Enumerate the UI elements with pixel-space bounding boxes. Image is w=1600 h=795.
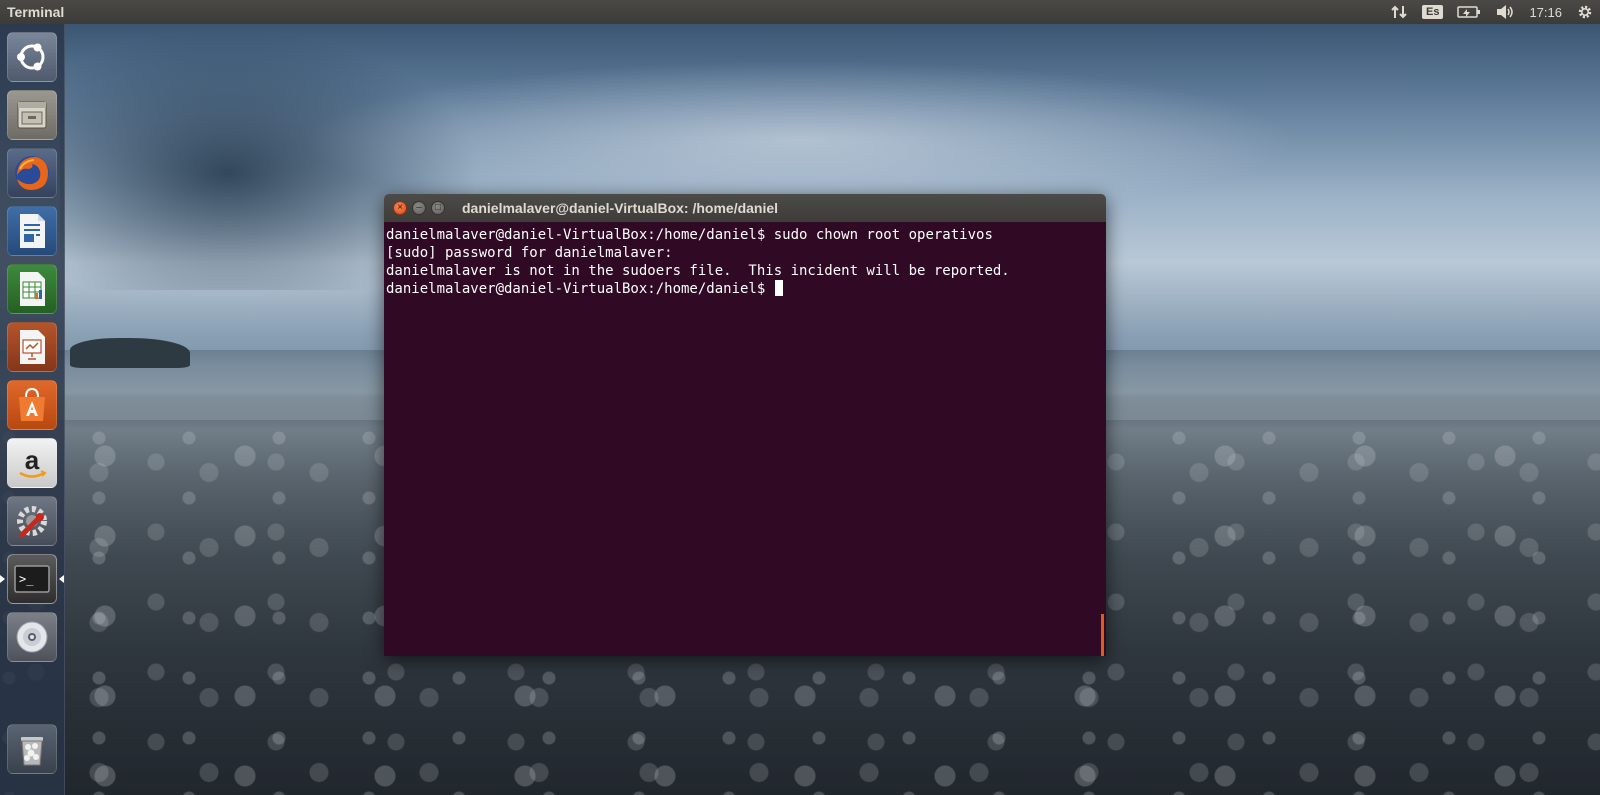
battery-icon[interactable] (1457, 0, 1481, 24)
terminal-output[interactable]: danielmalaver@daniel-VirtualBox:/home/da… (384, 222, 1106, 656)
launcher-software-center[interactable] (7, 380, 57, 430)
top-panel: Terminal Es 17:16 (0, 0, 1600, 24)
window-title: danielmalaver@daniel-VirtualBox: /home/d… (462, 200, 779, 216)
text-cursor (774, 280, 783, 296)
terminal-icon: >_ (14, 565, 50, 593)
launcher-trash[interactable] (7, 724, 57, 774)
launcher-amazon[interactable]: a (7, 438, 57, 488)
launcher-terminal[interactable]: >_ (7, 554, 57, 604)
terminal-line: danielmalaver is not in the sudoers file… (386, 263, 1010, 279)
minimize-button[interactable]: – (412, 201, 426, 215)
launcher-libreoffice-writer[interactable] (7, 206, 57, 256)
maximize-button[interactable]: □ (431, 201, 445, 215)
terminal-line: [sudo] password for danielmalaver: (386, 245, 673, 261)
network-arrows-icon[interactable] (1390, 0, 1408, 24)
gear-icon[interactable] (1576, 0, 1594, 24)
focused-app-indicator-icon (59, 575, 64, 583)
writer-icon (20, 214, 45, 248)
ubuntu-logo-icon (17, 43, 45, 71)
scrollbar-indicator[interactable] (1101, 614, 1104, 656)
indicator-area: Es 17:16 (1390, 0, 1594, 24)
window-titlebar[interactable]: × – □ danielmalaver@daniel-VirtualBox: /… (384, 194, 1106, 222)
launcher-libreoffice-calc[interactable] (7, 264, 57, 314)
terminal-prompt: danielmalaver@daniel-VirtualBox:/home/da… (386, 281, 774, 297)
impress-icon (20, 330, 45, 364)
launcher-firefox[interactable] (7, 148, 57, 198)
keyboard-layout-indicator[interactable]: Es (1421, 0, 1444, 24)
launcher: a >_ (0, 24, 65, 795)
launcher-system-settings[interactable] (7, 496, 57, 546)
terminal-line: danielmalaver@daniel-VirtualBox:/home/da… (386, 227, 993, 243)
calc-icon (20, 272, 45, 306)
settings-wrench-icon (17, 506, 47, 538)
amazon-icon: a (19, 445, 47, 478)
terminal-window[interactable]: × – □ danielmalaver@daniel-VirtualBox: /… (384, 194, 1106, 656)
disc-icon (16, 621, 48, 653)
volume-icon[interactable] (1495, 0, 1515, 24)
terminal-glyph: >_ (19, 572, 34, 586)
close-button[interactable]: × (393, 201, 407, 215)
keyboard-layout-icon: Es (1421, 5, 1444, 19)
launcher-libreoffice-impress[interactable] (7, 322, 57, 372)
launcher-dash-home[interactable] (7, 32, 57, 82)
launcher-dvd[interactable] (7, 612, 57, 662)
wallpaper-rock (70, 338, 190, 368)
shopping-bag-icon (19, 387, 45, 421)
amazon-glyph: a (25, 445, 40, 475)
launcher-files[interactable] (7, 90, 57, 140)
file-cabinet-icon (17, 101, 47, 129)
active-app-indicator-icon (0, 575, 5, 583)
firefox-icon (15, 156, 49, 190)
terminal-prompt-line: danielmalaver@daniel-VirtualBox:/home/da… (386, 280, 1104, 298)
clock[interactable]: 17:16 (1529, 0, 1562, 24)
active-app-title: Terminal (7, 4, 65, 20)
trash-icon (21, 737, 43, 766)
